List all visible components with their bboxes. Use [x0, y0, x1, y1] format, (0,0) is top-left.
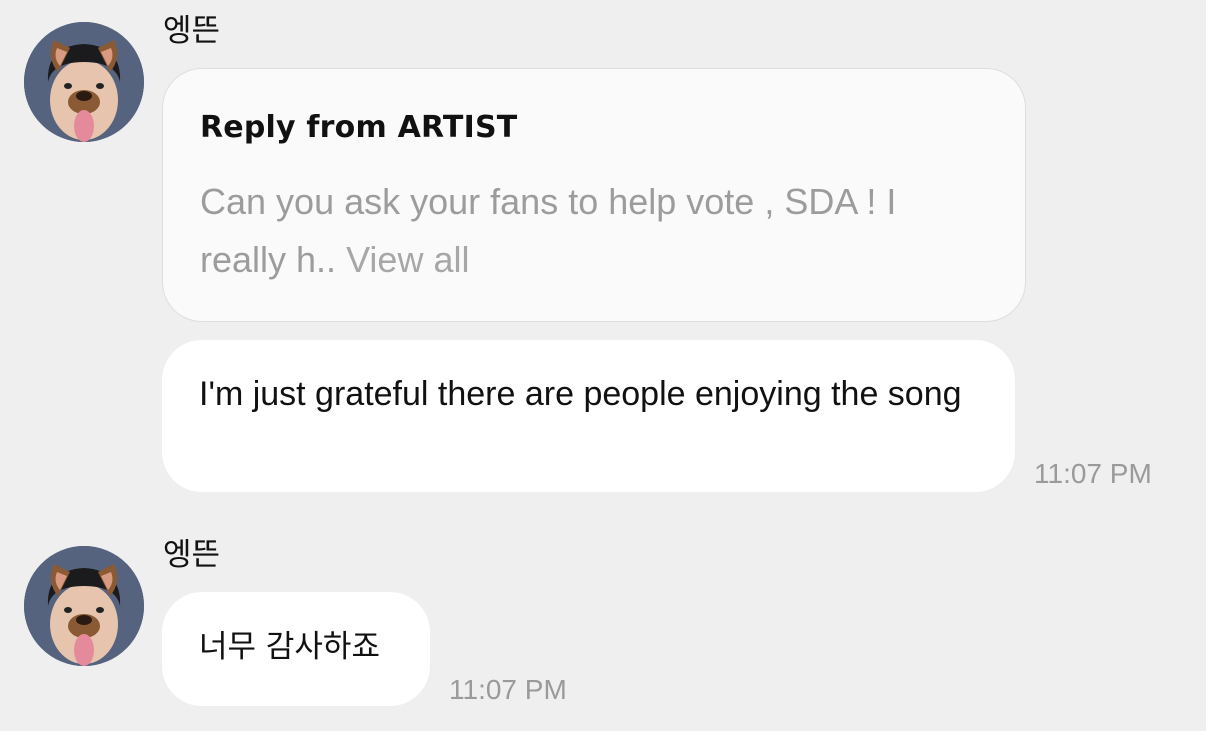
- avatar-image: [24, 546, 144, 666]
- avatar[interactable]: [24, 546, 144, 666]
- reply-preview-text: Can you ask your fans to help vote , SDA…: [200, 181, 897, 280]
- message-time: 11:07 PM: [449, 674, 567, 705]
- sender-name: 엥뜬: [163, 537, 221, 573]
- avatar-image: [24, 22, 144, 142]
- reply-title: Reply from ARTIST: [200, 110, 518, 145]
- sender-name: 엥뜬: [163, 13, 221, 49]
- message-bubble[interactable]: I'm just grateful there are people enjoy…: [162, 340, 1015, 492]
- message-bubble[interactable]: 너무 감사하죠: [162, 592, 430, 706]
- message-text: 너무 감사하죠: [199, 629, 380, 665]
- message-text: I'm just grateful there are people enjoy…: [199, 375, 962, 413]
- reply-card[interactable]: Reply from ARTIST Can you ask your fans …: [162, 68, 1026, 322]
- reply-preview: Can you ask your fans to help vote , SDA…: [200, 173, 990, 289]
- avatar[interactable]: [24, 22, 144, 142]
- message-time: 11:07 PM: [1034, 458, 1152, 489]
- view-all-link[interactable]: View all: [346, 239, 469, 280]
